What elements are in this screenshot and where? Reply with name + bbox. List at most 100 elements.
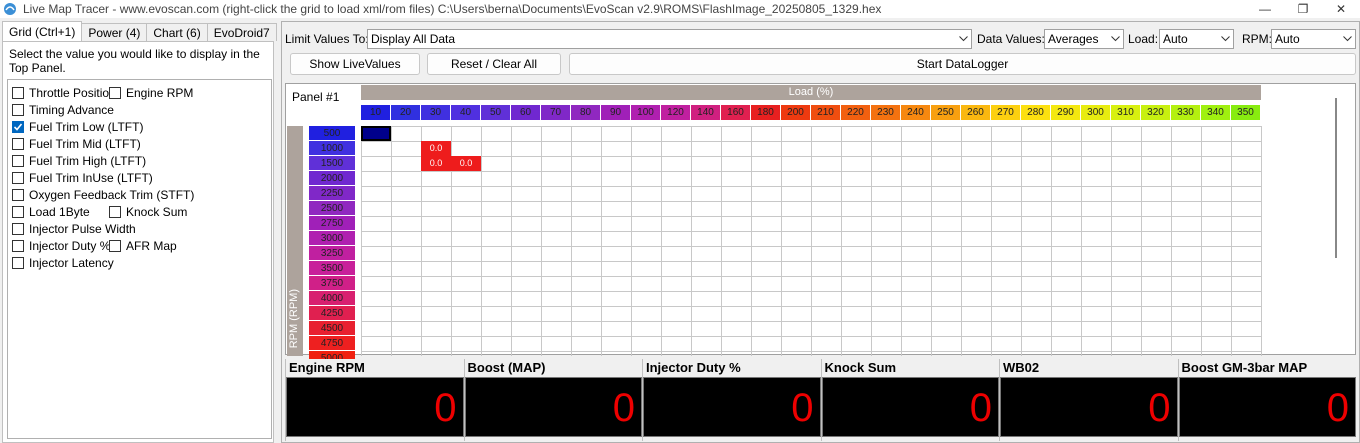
selected-cell[interactable]: 0.0 (361, 126, 391, 141)
rpm-row-header: 4750 (309, 336, 355, 351)
checkbox-icon[interactable] (12, 104, 24, 116)
show-live-values-button[interactable]: Show LiveValues (290, 53, 420, 75)
load-column-header: 240 (901, 105, 931, 120)
checkbox-icon[interactable] (109, 240, 121, 252)
rpm-axis-label: RPM (RPM) (288, 288, 300, 348)
rpm-row-header: 3500 (309, 261, 355, 276)
rpm-row-header: 4000 (309, 291, 355, 306)
gauge-value: 0 (1326, 386, 1349, 430)
gauge-display: 0 (1000, 377, 1178, 437)
load-column-header: 30 (421, 105, 451, 120)
limit-values-value: Display All Data (371, 32, 456, 46)
option-checkbox[interactable]: Oxygen Feedback Trim (STFT) (12, 188, 194, 202)
load-column-header: 10 (361, 105, 391, 120)
tab-evodroid[interactable]: EvoDroid7 (206, 23, 277, 41)
option-checkbox[interactable]: Timing Advance (12, 103, 114, 117)
checkbox-icon[interactable] (12, 155, 24, 167)
gauge-title: Injector Duty % (646, 360, 741, 375)
option-checkbox[interactable]: Injector Pulse Width (12, 222, 136, 236)
reset-clear-all-button[interactable]: Reset / Clear All (427, 53, 561, 75)
load-value: Auto (1163, 32, 1188, 46)
chevron-down-icon (958, 30, 968, 48)
map-cell[interactable]: 0.0 (421, 141, 451, 156)
gauge-title: Boost GM-3bar MAP (1181, 360, 1308, 375)
checkbox-icon[interactable] (12, 138, 24, 150)
option-checkbox[interactable]: Throttle Position (12, 86, 116, 100)
checkbox-icon[interactable] (109, 87, 121, 99)
option-checkbox[interactable]: AFR Map (109, 239, 177, 253)
limit-values-select[interactable]: Display All Data (367, 29, 972, 49)
load-column-header: 350 (1231, 105, 1261, 120)
rpm-row-header: 500 (309, 126, 355, 141)
gauge: Injector Duty % 0 (642, 359, 821, 441)
option-checkbox[interactable]: Knock Sum (109, 205, 187, 219)
gauge-value: 0 (434, 386, 457, 430)
map-cells[interactable]: 0.0 0.0 0.0 0.0 (361, 126, 1262, 356)
option-label: Throttle Position (29, 86, 116, 100)
load-column-header: 210 (811, 105, 841, 120)
gauge: Boost (MAP) 0 (463, 359, 642, 441)
chevron-down-icon (1110, 30, 1120, 48)
load-column-header: 20 (391, 105, 421, 120)
close-button[interactable]: ✕ (1322, 0, 1360, 18)
rpm-select[interactable]: Auto (1271, 29, 1356, 49)
tab-chart[interactable]: Chart (6) (146, 23, 208, 41)
instruction-text: Select the value you would like to displ… (9, 47, 260, 75)
checkbox-icon[interactable] (12, 240, 24, 252)
gauge-value: 0 (969, 386, 992, 430)
load-column-header: 40 (451, 105, 481, 120)
gauge-title: Boost (MAP) (467, 360, 546, 375)
option-label: Fuel Trim InUse (LTFT) (29, 171, 153, 185)
start-datalogger-button[interactable]: Start DataLogger (569, 53, 1356, 75)
maximize-button[interactable]: ❐ (1284, 0, 1322, 18)
gauge-value: 0 (1148, 386, 1171, 430)
gauge-display: 0 (821, 377, 999, 437)
rpm-row-header: 2750 (309, 216, 355, 231)
option-label: Load 1Byte (29, 205, 90, 219)
checkbox-icon[interactable] (109, 206, 121, 218)
checkbox-icon[interactable] (12, 223, 24, 235)
display-options-list: Throttle Position Engine RPM Timing Advanc… (7, 79, 272, 439)
option-checkbox[interactable]: Fuel Trim Mid (LTFT) (12, 137, 141, 151)
tab-grid[interactable]: Grid (Ctrl+1) (2, 21, 83, 41)
vertical-scrollbar[interactable] (1332, 88, 1340, 356)
gauge-title: WB02 (1003, 360, 1040, 375)
load-label: Load: (1128, 32, 1159, 46)
checkbox-icon[interactable] (12, 206, 24, 218)
left-panel: Grid (Ctrl+1) Power (4) Chart (6) EvoDro… (0, 20, 277, 443)
load-column-header: 200 (781, 105, 811, 120)
option-checkbox[interactable]: Injector Latency (12, 256, 114, 270)
load-column-header: 230 (871, 105, 901, 120)
load-select[interactable]: Auto (1159, 29, 1234, 49)
map-cell[interactable]: 0.0 (421, 156, 451, 171)
tab-power[interactable]: Power (4) (81, 23, 148, 41)
rpm-row-header: 2000 (309, 171, 355, 186)
scrollbar-thumb[interactable] (1335, 98, 1337, 258)
checkbox-icon[interactable] (12, 87, 24, 99)
limit-values-label: Limit Values To: (285, 32, 369, 46)
load-column-header: 330 (1171, 105, 1201, 120)
load-column-header: 310 (1111, 105, 1141, 120)
load-column-header: 60 (511, 105, 541, 120)
checkbox-icon[interactable] (12, 172, 24, 184)
minimize-button[interactable]: — (1246, 0, 1284, 18)
option-checkbox[interactable]: Injector Duty % (12, 239, 110, 253)
option-checkbox[interactable]: Fuel Trim Low (LTFT) (12, 120, 143, 134)
data-values-select[interactable]: Averages (1044, 29, 1124, 49)
checkbox-icon[interactable] (12, 257, 24, 269)
option-checkbox[interactable]: Fuel Trim InUse (LTFT) (12, 171, 153, 185)
map-cell[interactable]: 0.0 (451, 156, 481, 171)
chevron-down-icon (1342, 30, 1352, 48)
option-checkbox[interactable]: Engine RPM (109, 86, 193, 100)
rpm-row-headers: 500 1000 1500 2000 2250 2500 2750 3000 3250 3500 3… (309, 126, 355, 366)
option-checkbox[interactable]: Load 1Byte (12, 205, 90, 219)
gauge-display: 0 (464, 377, 642, 437)
checkbox-icon[interactable] (12, 189, 24, 201)
option-label: Engine RPM (126, 86, 194, 100)
gauge: WB02 0 (999, 359, 1178, 441)
load-column-header: 220 (841, 105, 871, 120)
option-checkbox[interactable]: Fuel Trim High (LTFT) (12, 154, 146, 168)
gauge-title: Knock Sum (824, 360, 897, 375)
checkbox-checked-icon[interactable] (12, 121, 24, 133)
title-bar: Live Map Tracer - www.evoscan.com (right… (0, 0, 1360, 18)
